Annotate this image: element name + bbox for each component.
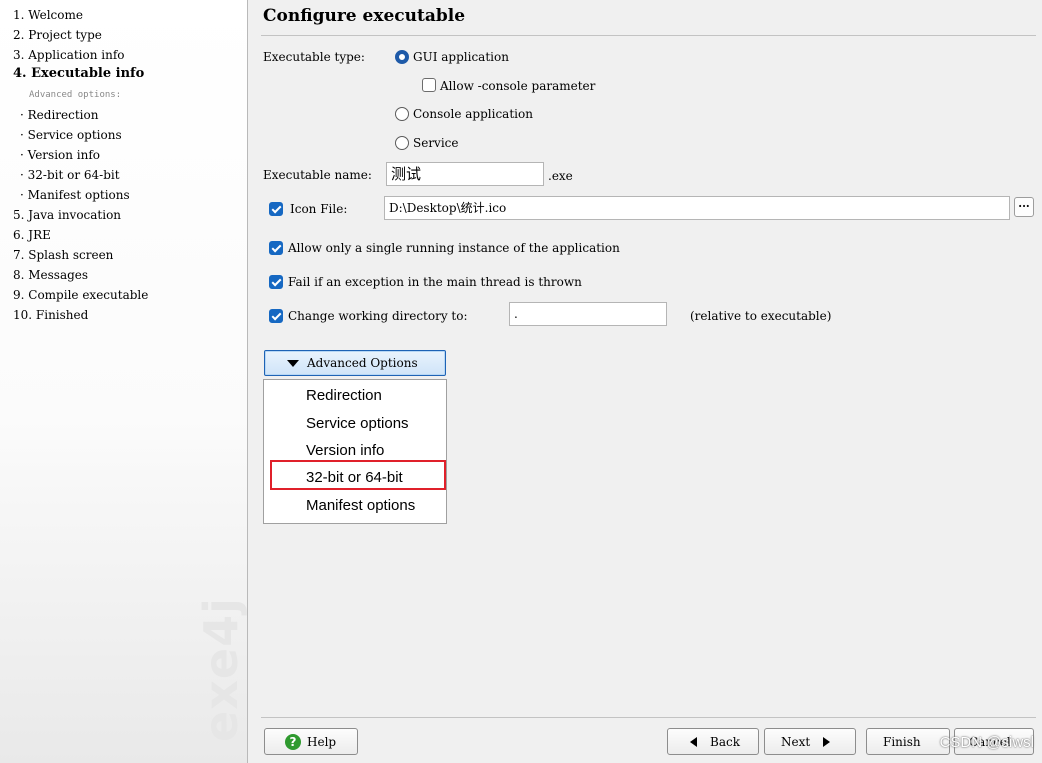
highlight-annotation-box bbox=[270, 460, 446, 490]
page-title: Configure executable bbox=[263, 6, 466, 26]
advanced-options-header: Advanced options: bbox=[29, 90, 122, 100]
console-application-radio[interactable] bbox=[395, 107, 409, 121]
fail-on-exception-checkbox[interactable] bbox=[269, 275, 283, 289]
footer-divider bbox=[261, 717, 1036, 718]
help-button[interactable]: ? Help bbox=[264, 728, 358, 755]
csdn-watermark: CSDN @siwsl bbox=[939, 734, 1034, 751]
finish-button-label: Finish bbox=[883, 735, 921, 749]
next-button-label: Next bbox=[781, 735, 811, 749]
step-splash-screen[interactable]: 7. Splash screen bbox=[13, 248, 113, 262]
step-application-info[interactable]: 3. Application info bbox=[13, 48, 125, 62]
relative-note: (relative to executable) bbox=[690, 309, 832, 323]
browse-icon-file-button[interactable]: ... bbox=[1014, 197, 1034, 217]
step-welcome[interactable]: 1. Welcome bbox=[13, 8, 83, 22]
help-icon: ? bbox=[285, 734, 301, 750]
wizard-sidebar: 1. Welcome 2. Project type 3. Applicatio… bbox=[0, 0, 248, 763]
back-arrow-icon bbox=[690, 737, 697, 747]
help-button-label: Help bbox=[307, 735, 337, 749]
step-java-invocation[interactable]: 5. Java invocation bbox=[13, 208, 121, 222]
console-application-label[interactable]: Console application bbox=[413, 107, 533, 121]
next-arrow-icon bbox=[823, 737, 830, 747]
step-executable-info[interactable]: 4. Executable info bbox=[13, 67, 144, 81]
step-jre[interactable]: 6. JRE bbox=[13, 228, 51, 242]
menu-item-redirection[interactable]: Redirection bbox=[306, 387, 382, 404]
step-project-type[interactable]: 2. Project type bbox=[13, 28, 102, 42]
executable-type-label: Executable type: bbox=[263, 50, 365, 64]
exe-suffix: .exe bbox=[548, 169, 573, 183]
step-service-options[interactable]: · Service options bbox=[20, 128, 122, 142]
single-instance-label[interactable]: Allow only a single running instance of … bbox=[288, 241, 620, 255]
next-button[interactable]: Next bbox=[764, 728, 856, 755]
service-label[interactable]: Service bbox=[413, 136, 459, 150]
menu-item-service-options[interactable]: Service options bbox=[306, 415, 409, 432]
menu-item-manifest-options[interactable]: Manifest options bbox=[306, 497, 415, 514]
change-dir-checkbox[interactable] bbox=[269, 309, 283, 323]
step-compile-executable[interactable]: 9. Compile executable bbox=[13, 288, 148, 302]
icon-file-label[interactable]: Icon File: bbox=[290, 202, 347, 216]
gui-application-label[interactable]: GUI application bbox=[413, 50, 509, 64]
menu-item-version-info[interactable]: Version info bbox=[306, 442, 384, 459]
allow-console-checkbox[interactable] bbox=[422, 78, 436, 92]
fail-on-exception-label[interactable]: Fail if an exception in the main thread … bbox=[288, 275, 582, 289]
advanced-options-button-label: Advanced Options bbox=[307, 356, 418, 370]
icon-file-input[interactable]: D:\Desktop\统计.ico bbox=[384, 196, 1010, 220]
step-redirection[interactable]: · Redirection bbox=[20, 108, 98, 122]
single-instance-checkbox[interactable] bbox=[269, 241, 283, 255]
executable-name-input[interactable]: 测试 bbox=[386, 162, 544, 186]
executable-name-label: Executable name: bbox=[263, 168, 372, 182]
change-dir-label[interactable]: Change working directory to: bbox=[288, 309, 468, 323]
back-button[interactable]: Back bbox=[667, 728, 759, 755]
exe4j-logo: exe4j bbox=[194, 597, 248, 742]
allow-console-label[interactable]: Allow -console parameter bbox=[440, 79, 595, 93]
working-directory-input[interactable]: . bbox=[509, 302, 667, 326]
step-32-or-64-bit[interactable]: · 32-bit or 64-bit bbox=[20, 168, 120, 182]
icon-file-checkbox[interactable] bbox=[269, 202, 283, 216]
gui-application-radio[interactable] bbox=[395, 50, 409, 64]
step-messages[interactable]: 8. Messages bbox=[13, 268, 88, 282]
advanced-options-button[interactable]: Advanced Options bbox=[264, 350, 446, 376]
main-panel: Configure executable Executable type: GU… bbox=[248, 0, 1042, 763]
service-radio[interactable] bbox=[395, 136, 409, 150]
title-divider bbox=[261, 35, 1036, 36]
step-manifest-options[interactable]: · Manifest options bbox=[20, 188, 130, 202]
advanced-options-menu: Redirection Service options Version info… bbox=[263, 379, 447, 524]
finish-button[interactable]: Finish bbox=[866, 728, 950, 755]
step-version-info[interactable]: · Version info bbox=[20, 148, 100, 162]
triangle-down-icon bbox=[287, 360, 299, 367]
step-finished[interactable]: 10. Finished bbox=[13, 308, 88, 322]
back-button-label: Back bbox=[710, 735, 740, 749]
